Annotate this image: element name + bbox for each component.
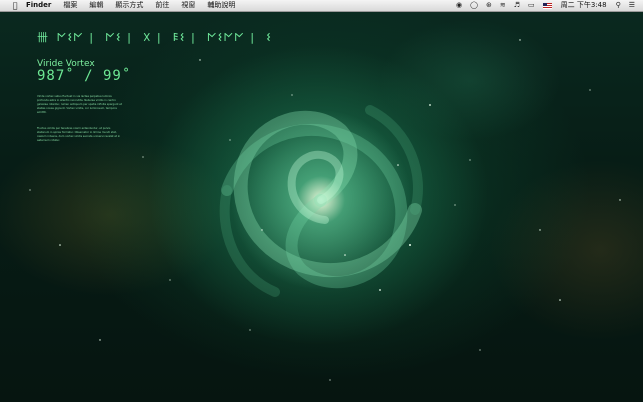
status-area: ◉ ◯ ⊛ ≋ ♬ ▭ 周二 下午3:48 ⚲ ☰ <box>452 0 639 11</box>
glyph-divider: | <box>248 31 257 44</box>
flag-icon[interactable] <box>542 2 552 9</box>
wifi-icon[interactable]: ≋ <box>496 0 510 11</box>
widget-glyph-row: 卌 𐌍𐌔𐌍 | 𐌍𐌔 | 𐌗 | 𐌄𐌔 | 𐌍𐌔𐌍𐌍 | 𐌔 <box>37 29 274 45</box>
widget-coordinates: 987˚ / 99˚ <box>37 68 132 84</box>
glyph-divider: | <box>125 31 134 44</box>
menu-view[interactable]: 顯示方式 <box>109 0 149 11</box>
menu-bar:  Finder 檔案 編輯 顯示方式 前往 視窗 輔助說明 ◉ ◯ ⊛ ≋ ♬… <box>0 0 643 12</box>
volume-icon[interactable]: ♬ <box>510 0 524 11</box>
record-icon[interactable]: ◉ <box>452 0 466 11</box>
widget-paragraph-1: Viride vortex vetus fluctuat in via lact… <box>37 95 122 114</box>
menu-app-finder[interactable]: Finder <box>21 0 57 11</box>
menu-window[interactable]: 視窗 <box>175 0 201 11</box>
glyph-group: 𐌔 <box>266 31 272 44</box>
menu-edit[interactable]: 編輯 <box>83 0 109 11</box>
apple-icon[interactable]:  <box>9 0 21 11</box>
glyph-group: 𐌍𐌔 <box>105 31 122 44</box>
search-icon[interactable]: ⚲ <box>612 0 625 11</box>
bluetooth-icon[interactable]: ⊛ <box>482 0 496 11</box>
glyph-divider: | <box>87 31 96 44</box>
list-icon[interactable]: ☰ <box>625 0 639 11</box>
glyph-divider: | <box>189 31 198 44</box>
menu-help[interactable]: 輔助說明 <box>201 0 241 11</box>
battery-icon[interactable]: ▭ <box>524 0 539 11</box>
glyph-group: 卌 𐌍𐌔𐌍 <box>37 31 84 44</box>
widget-paragraph-2: Fluctus viridis per tenebras cosmi exten… <box>37 127 121 142</box>
chat-icon[interactable]: ◯ <box>466 0 482 11</box>
glyph-group: 𐌍𐌔𐌍𐌍 <box>206 31 245 44</box>
galaxy-spiral <box>29 39 621 381</box>
menu-go[interactable]: 前往 <box>149 0 175 11</box>
glyph-group: 𐌄𐌔 <box>172 31 186 44</box>
glyph-group: 𐌗 <box>142 31 152 44</box>
glyph-divider: | <box>155 31 164 44</box>
menu-clock[interactable]: 周二 下午3:48 <box>556 0 612 11</box>
menu-file[interactable]: 檔案 <box>57 0 83 11</box>
